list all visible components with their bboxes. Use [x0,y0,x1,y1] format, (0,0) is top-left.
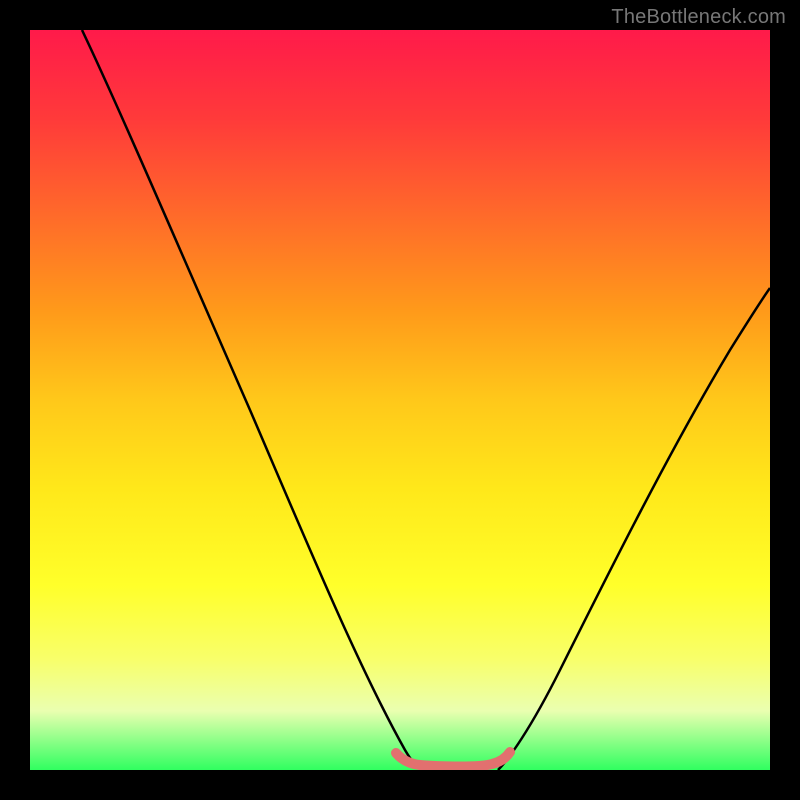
bottom-band [396,752,510,767]
right-curve [498,288,770,770]
watermark-text: TheBottleneck.com [611,6,786,29]
chart-curves [30,30,770,770]
plot-area [30,30,770,770]
left-curve [82,30,422,770]
chart-container: TheBottleneck.com [0,0,800,800]
